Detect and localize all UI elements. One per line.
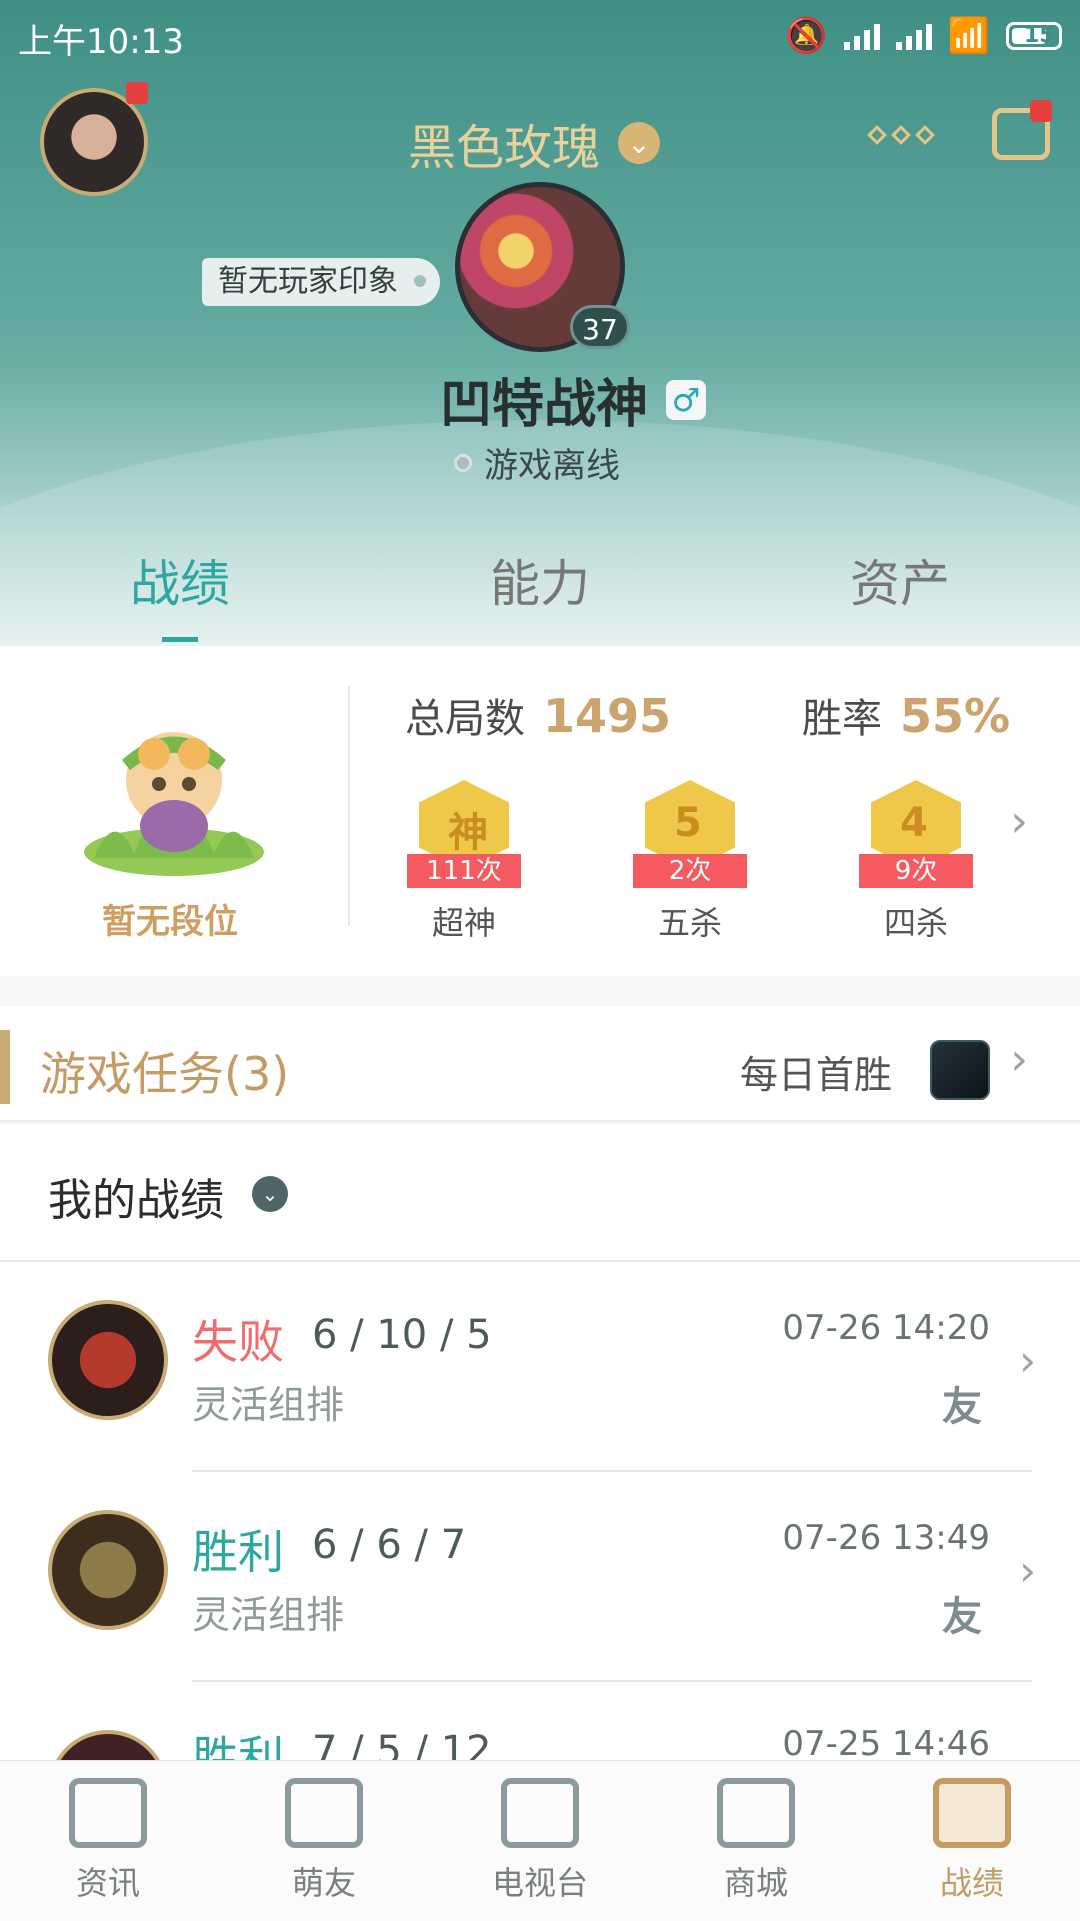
game-tasks-row[interactable]: 游戏任务(3) 每日首胜 › bbox=[0, 1006, 1080, 1122]
tv-icon bbox=[501, 1778, 579, 1848]
match-record[interactable]: 失败 6 / 10 / 5 灵活组排 07-26 14:20 友 › bbox=[0, 1262, 1080, 1472]
my-records-header[interactable]: 我的战绩 ⌄ bbox=[0, 1124, 1080, 1262]
heart-message-icon bbox=[285, 1778, 363, 1848]
total-games-label: 总局数 bbox=[405, 696, 525, 742]
chevron-right-icon[interactable]: › bbox=[1010, 1034, 1028, 1085]
match-time: 07-26 14:20 bbox=[782, 1308, 990, 1348]
wifi-icon: 📶 bbox=[947, 16, 990, 56]
status-time: 上午10:13 bbox=[18, 22, 184, 62]
status-dot-icon bbox=[454, 453, 472, 472]
medal-quadra-kill[interactable]: 4 9次 四杀 bbox=[851, 772, 981, 942]
rank-mascot-icon bbox=[84, 732, 264, 876]
player-status-text: 游戏离线 bbox=[484, 446, 620, 486]
chevron-down-icon: ⌄ bbox=[618, 122, 661, 164]
hero-avatar bbox=[48, 1300, 168, 1420]
match-kda: 6 / 6 / 7 bbox=[312, 1522, 467, 1568]
win-rate-label: 胜率 bbox=[802, 696, 882, 742]
nav-label: 战绩 bbox=[939, 1864, 1004, 1902]
medal-count: 9次 bbox=[859, 854, 973, 888]
daily-first-win-icon bbox=[930, 1040, 990, 1100]
medal-title: 四杀 bbox=[883, 904, 948, 942]
player-impression-tag[interactable]: 暂无玩家印象 bbox=[202, 258, 440, 306]
friend-badge: 友 bbox=[942, 1594, 982, 1640]
mute-icon: 🔕 bbox=[785, 16, 828, 56]
medal-symbol: 4 bbox=[900, 800, 928, 846]
book-icon bbox=[69, 1778, 147, 1848]
notification-dot bbox=[126, 82, 148, 104]
chevron-down-icon: ⌄ bbox=[252, 1176, 288, 1212]
user-avatar[interactable] bbox=[40, 88, 148, 196]
stats-card: 暂无段位 总局数 1495 胜率 55% 神 111次 超神 5 2次 五杀 4 9… bbox=[0, 646, 1080, 976]
win-rate-value: 55% bbox=[900, 689, 1011, 743]
nav-item-shop[interactable]: 商城 bbox=[686, 1778, 826, 1904]
medal-symbol: 神 bbox=[448, 810, 488, 856]
player-name-row: 凹特战神 ♂ bbox=[440, 362, 707, 437]
medal-title: 超神 bbox=[431, 904, 496, 942]
nav-item-friends[interactable]: 萌友 bbox=[254, 1778, 394, 1904]
match-mode: 灵活组排 bbox=[192, 1383, 345, 1427]
medal-title: 五杀 bbox=[657, 904, 722, 942]
nav-label: 萌友 bbox=[291, 1864, 356, 1902]
server-name: 黑色玫瑰 bbox=[408, 120, 601, 176]
match-mode: 灵活组排 bbox=[192, 1593, 345, 1637]
my-records-label: 我的战绩 bbox=[48, 1175, 224, 1226]
chat-notification-dot bbox=[1030, 100, 1052, 122]
tab-record[interactable]: 战绩 bbox=[130, 544, 230, 616]
signal-icon-2 bbox=[895, 22, 932, 50]
nav-item-tv[interactable]: 电视台 bbox=[470, 1778, 610, 1904]
section-accent-bar bbox=[0, 1030, 10, 1104]
match-record[interactable]: 胜利 6 / 6 / 7 灵活组排 07-26 13:49 友 › bbox=[0, 1472, 1080, 1682]
battery-level: 15 bbox=[1024, 23, 1055, 48]
profile-header: 上午10:13 🔕 📶 15 黑色玫瑰 ⌄ 暂无玩家印象 37 凹特战神 ♂ 游… bbox=[0, 0, 1080, 650]
total-games: 总局数 1495 bbox=[405, 686, 671, 744]
nav-label: 资讯 bbox=[75, 1864, 140, 1902]
hero-avatar bbox=[48, 1730, 168, 1760]
tab-ability[interactable]: 能力 bbox=[490, 544, 590, 616]
bottom-navigation: 资讯 萌友 电视台 商城 战绩 bbox=[0, 1760, 1080, 1921]
server-selector[interactable]: 黑色玫瑰 ⌄ bbox=[408, 108, 661, 178]
player-level-badge: 37 bbox=[570, 305, 630, 349]
friend-badge: 友 bbox=[942, 1384, 982, 1430]
status-bar: 上午10:13 🔕 📶 15 bbox=[0, 0, 1080, 72]
player-status: 游戏离线 bbox=[454, 438, 620, 487]
nav-item-news[interactable]: 资讯 bbox=[38, 1778, 178, 1904]
game-tasks-label: 游戏任务(3) bbox=[40, 1047, 290, 1101]
crest-icon bbox=[933, 1778, 1011, 1848]
match-kda: 7 / 5 / 12 bbox=[312, 1728, 492, 1760]
medal-penta-kill[interactable]: 5 2次 五杀 bbox=[625, 772, 755, 942]
match-result: 胜利 bbox=[192, 1731, 284, 1760]
daily-first-win-label: 每日首胜 bbox=[740, 1053, 893, 1097]
chevron-right-icon[interactable]: › bbox=[1010, 796, 1028, 847]
match-result: 胜利 bbox=[192, 1525, 284, 1579]
chevron-right-icon: › bbox=[1019, 1546, 1036, 1595]
medal-count: 2次 bbox=[633, 854, 747, 888]
rank-label: 暂无段位 bbox=[102, 902, 238, 942]
signal-icon bbox=[843, 22, 880, 50]
match-time: 07-25 14:46 bbox=[782, 1724, 990, 1760]
medal-symbol: 5 bbox=[674, 800, 702, 846]
player-name: 凹特战神 bbox=[440, 375, 649, 435]
match-time: 07-26 13:49 bbox=[782, 1518, 990, 1558]
win-rate: 胜率 55% bbox=[802, 686, 1010, 744]
profile-tabs: 战绩 能力 资产 bbox=[0, 520, 1080, 640]
nav-label: 电视台 bbox=[491, 1864, 588, 1902]
more-menu-icon[interactable] bbox=[867, 125, 935, 145]
match-kda: 6 / 10 / 5 bbox=[312, 1312, 492, 1358]
match-result: 失败 bbox=[192, 1315, 284, 1369]
hero-avatar bbox=[48, 1510, 168, 1630]
status-icons: 🔕 📶 15 bbox=[785, 16, 1062, 56]
battery-icon: 15 bbox=[1006, 22, 1062, 50]
chevron-right-icon: › bbox=[1019, 1336, 1036, 1385]
nav-item-record[interactable]: 战绩 bbox=[902, 1778, 1042, 1904]
male-icon: ♂ bbox=[666, 379, 707, 420]
medal-count: 111次 bbox=[407, 854, 521, 888]
total-games-value: 1495 bbox=[543, 689, 672, 743]
player-avatar[interactable]: 37 bbox=[455, 182, 630, 352]
shopping-bag-icon bbox=[717, 1778, 795, 1848]
tab-assets[interactable]: 资产 bbox=[850, 544, 950, 616]
match-record[interactable]: 胜利 7 / 5 / 12 07-25 14:46 bbox=[0, 1682, 1080, 1760]
divider bbox=[348, 686, 350, 926]
nav-label: 商城 bbox=[723, 1864, 788, 1902]
medal-godlike[interactable]: 神 111次 超神 bbox=[399, 772, 529, 942]
